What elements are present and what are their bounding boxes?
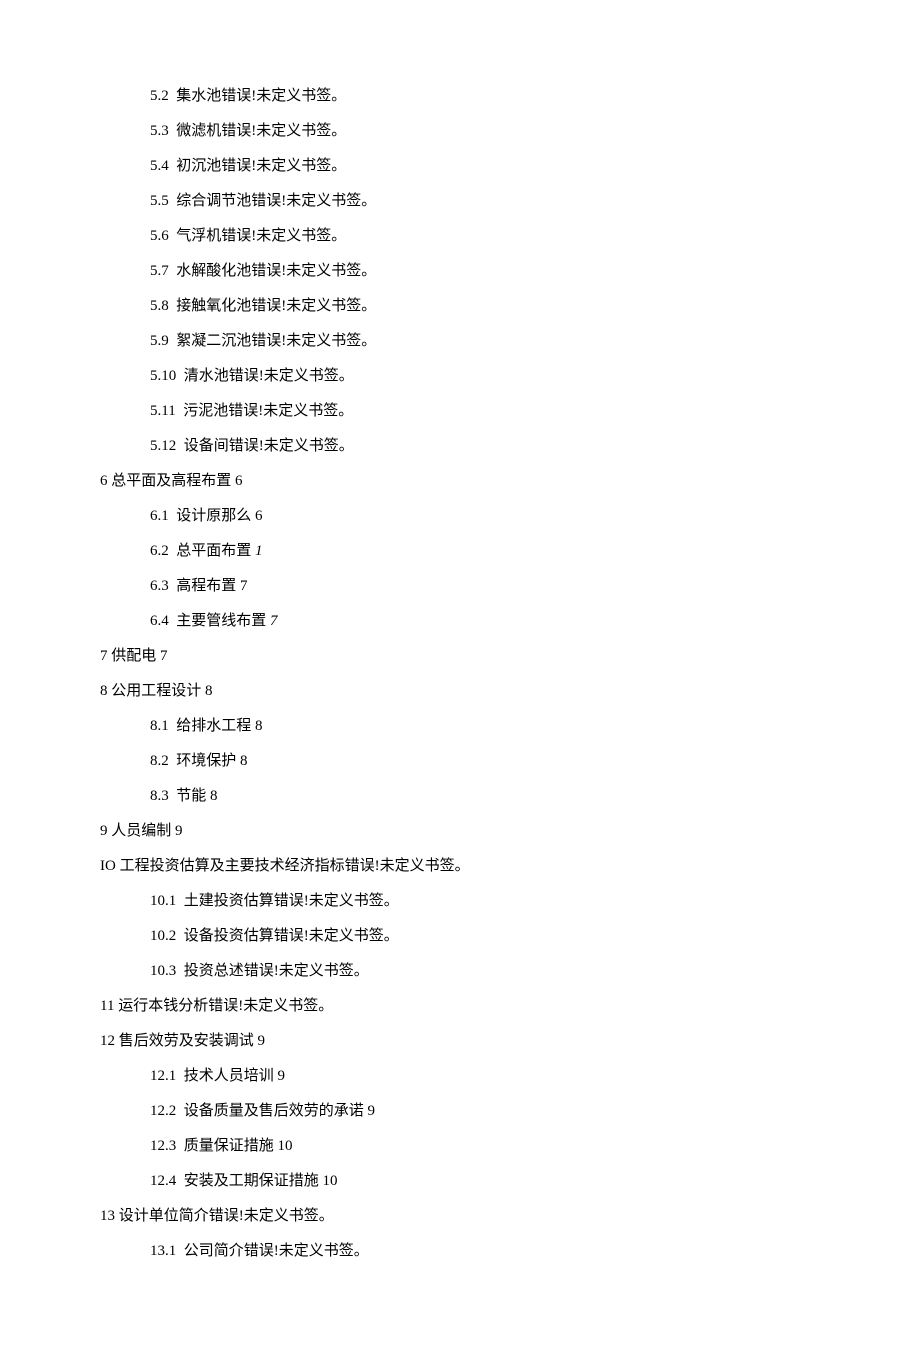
toc-item-12-3: 12.3 质量保证措施 10 [100,1130,820,1163]
toc-num: 5.6 [150,228,169,244]
toc-num: 10.2 [150,928,176,944]
toc-num: 5.7 [150,263,169,279]
toc-text: 设计原那么 6 [176,508,262,524]
toc-title: 6 总平面及高程布置 6 [100,473,243,489]
toc-text: 设备间错误!未定义书签。 [184,438,354,454]
toc-num: 6.2 [150,543,169,559]
toc-text: 综合调节池错误!未定义书签。 [176,193,376,209]
toc-item-13-1: 13.1 公司简介错误!未定义书签。 [100,1235,820,1268]
toc-item-10-3: 10.3 投资总述错误!未定义书签。 [100,955,820,988]
toc-text: 污泥池错误!未定义书签。 [183,403,353,419]
toc-item-5-12: 5.12 设备间错误!未定义书签。 [100,430,820,463]
toc-page: 7 [270,613,278,629]
toc-text: 质量保证措施 10 [184,1138,293,1154]
toc-text: 清水池错误!未定义书签。 [184,368,354,384]
toc-item-8-1: 8.1 给排水工程 8 [100,710,820,743]
toc-item-5-7: 5.7 水解酸化池错误!未定义书签。 [100,255,820,288]
toc-text: 高程布置 7 [176,578,247,594]
toc-item-5-5: 5.5 综合调节池错误!未定义书签。 [100,185,820,218]
toc-text: 给排水工程 8 [176,718,262,734]
toc-num: 5.12 [150,438,176,454]
toc-num: 10.3 [150,963,176,979]
toc-item-8-3: 8.3 节能 8 [100,780,820,813]
toc-title: 7 供配电 7 [100,648,168,664]
toc-num: 6.1 [150,508,169,524]
toc-num: 5.4 [150,158,169,174]
toc-text: 节能 8 [176,788,217,804]
toc-num: 12.3 [150,1138,176,1154]
toc-section-8: 8 公用工程设计 8 [100,675,820,708]
toc-item-6-2: 6.2 总平面布置 1 [100,535,820,568]
toc-item-10-2: 10.2 设备投资估算错误!未定义书签。 [100,920,820,953]
toc-num: 8.2 [150,753,169,769]
toc-num: 13.1 [150,1243,176,1259]
toc-text: 气浮机错误!未定义书签。 [176,228,346,244]
toc-num: 5.11 [150,403,176,419]
toc-num: 12.2 [150,1103,176,1119]
toc-section-7: 7 供配电 7 [100,640,820,673]
toc-item-5-9: 5.9 絮凝二沉池错误!未定义书签。 [100,325,820,358]
toc-text: 安装及工期保证措施 10 [184,1173,338,1189]
toc-title: 8 公用工程设计 8 [100,683,213,699]
toc-num: 5.5 [150,193,169,209]
toc-section-10: IO 工程投资估算及主要技术经济指标错误!未定义书签。 [100,850,820,883]
toc-item-12-2: 12.2 设备质量及售后效劳的承诺 9 [100,1095,820,1128]
toc-text: 接触氧化池错误!未定义书签。 [176,298,376,314]
toc-item-6-3: 6.3 高程布置 7 [100,570,820,603]
toc-item-12-4: 12.4 安装及工期保证措施 10 [100,1165,820,1198]
toc-item-5-6: 5.6 气浮机错误!未定义书签。 [100,220,820,253]
toc-title: 11 运行本钱分析错误!未定义书签。 [100,998,333,1014]
table-of-contents: 5.2 集水池错误!未定义书签。 5.3 微滤机错误!未定义书签。 5.4 初沉… [100,80,820,1268]
toc-num: 10.1 [150,893,176,909]
toc-item-5-11: 5.11 污泥池错误!未定义书签。 [100,395,820,428]
toc-num: 5.2 [150,88,169,104]
toc-item-6-4: 6.4 主要管线布置 7 [100,605,820,638]
toc-text: 总平面布置 [176,543,251,559]
toc-text: 技术人员培训 9 [184,1068,285,1084]
toc-section-9: 9 人员编制 9 [100,815,820,848]
toc-num: 8.1 [150,718,169,734]
toc-text: 环境保护 8 [176,753,247,769]
toc-num: 5.8 [150,298,169,314]
toc-title: IO 工程投资估算及主要技术经济指标错误!未定义书签。 [100,858,470,874]
toc-item-5-8: 5.8 接触氧化池错误!未定义书签。 [100,290,820,323]
toc-num: 6.4 [150,613,169,629]
toc-num: 5.3 [150,123,169,139]
toc-item-10-1: 10.1 土建投资估算错误!未定义书签。 [100,885,820,918]
toc-page: 1 [255,543,263,559]
toc-section-11: 11 运行本钱分析错误!未定义书签。 [100,990,820,1023]
toc-text: 水解酸化池错误!未定义书签。 [176,263,376,279]
toc-text: 公司简介错误!未定义书签。 [184,1243,369,1259]
toc-text: 集水池错误!未定义书签。 [176,88,346,104]
toc-text: 土建投资估算错误!未定义书签。 [184,893,399,909]
toc-text: 主要管线布置 [176,613,266,629]
toc-text: 设备投资估算错误!未定义书签。 [184,928,399,944]
toc-item-5-2: 5.2 集水池错误!未定义书签。 [100,80,820,113]
toc-num: 12.4 [150,1173,176,1189]
toc-section-13: 13 设计单位简介错误!未定义书签。 [100,1200,820,1233]
toc-item-12-1: 12.1 技术人员培训 9 [100,1060,820,1093]
toc-section-12: 12 售后效劳及安装调试 9 [100,1025,820,1058]
toc-num: 5.10 [150,368,176,384]
toc-num: 6.3 [150,578,169,594]
toc-title: 12 售后效劳及安装调试 9 [100,1033,265,1049]
toc-item-8-2: 8.2 环境保护 8 [100,745,820,778]
toc-title: 9 人员编制 9 [100,823,183,839]
toc-text: 投资总述错误!未定义书签。 [184,963,369,979]
toc-num: 5.9 [150,333,169,349]
toc-item-5-4: 5.4 初沉池错误!未定义书签。 [100,150,820,183]
toc-item-5-3: 5.3 微滤机错误!未定义书签。 [100,115,820,148]
toc-text: 初沉池错误!未定义书签。 [176,158,346,174]
toc-text: 微滤机错误!未定义书签。 [176,123,346,139]
toc-item-6-1: 6.1 设计原那么 6 [100,500,820,533]
toc-section-6: 6 总平面及高程布置 6 [100,465,820,498]
toc-item-5-10: 5.10 清水池错误!未定义书签。 [100,360,820,393]
toc-text: 设备质量及售后效劳的承诺 9 [184,1103,375,1119]
toc-text: 絮凝二沉池错误!未定义书签。 [176,333,376,349]
toc-title: 13 设计单位简介错误!未定义书签。 [100,1208,334,1224]
toc-num: 12.1 [150,1068,176,1084]
toc-num: 8.3 [150,788,169,804]
